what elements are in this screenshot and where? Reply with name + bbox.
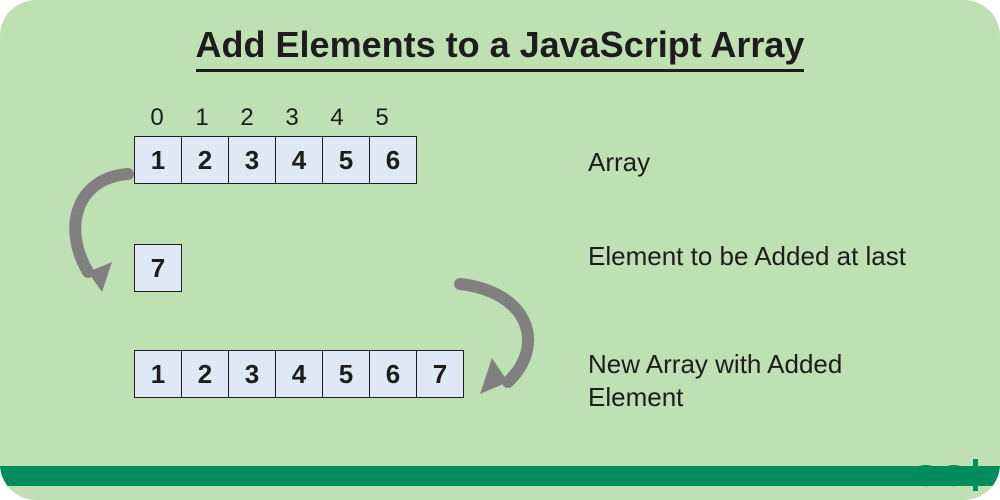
index-label: 1 <box>179 104 225 132</box>
array-cell: 5 <box>322 136 370 184</box>
index-label: 0 <box>134 104 180 132</box>
footer-stripe <box>0 466 1000 486</box>
logo-bar-icon <box>973 459 978 491</box>
index-label: 4 <box>314 104 360 132</box>
index-row: 0 1 2 3 4 5 <box>134 104 405 132</box>
array-before: 1 2 3 4 5 6 <box>134 136 417 184</box>
array-cell: 2 <box>181 350 229 398</box>
index-label: 5 <box>359 104 405 132</box>
title-text: Add Elements to a JavaScript Array <box>196 24 805 72</box>
array-cell: 5 <box>322 350 370 398</box>
page-title: Add Elements to a JavaScript Array <box>0 24 1000 66</box>
array-cell: 3 <box>228 136 276 184</box>
array-cell: 3 <box>228 350 276 398</box>
array-cell: 4 <box>275 136 323 184</box>
array-cell: 1 <box>134 350 182 398</box>
arrow-down-icon <box>56 168 146 303</box>
index-label: 3 <box>269 104 315 132</box>
array-cell: 4 <box>275 350 323 398</box>
array-cell: 6 <box>369 350 417 398</box>
label-element: Element to be Added at last <box>588 240 908 273</box>
array-after: 1 2 3 4 5 6 7 <box>134 350 464 398</box>
arrow-curve-icon <box>430 276 560 406</box>
array-cell: 6 <box>369 136 417 184</box>
label-array: Array <box>588 146 650 179</box>
array-cell: 2 <box>181 136 229 184</box>
logo-text: ƏG <box>914 457 967 493</box>
index-label: 2 <box>224 104 270 132</box>
label-result: New Array with Added Element <box>588 348 888 413</box>
diagram-card: Add Elements to a JavaScript Array 0 1 2… <box>0 0 1000 500</box>
brand-logo: ƏG <box>914 457 978 494</box>
